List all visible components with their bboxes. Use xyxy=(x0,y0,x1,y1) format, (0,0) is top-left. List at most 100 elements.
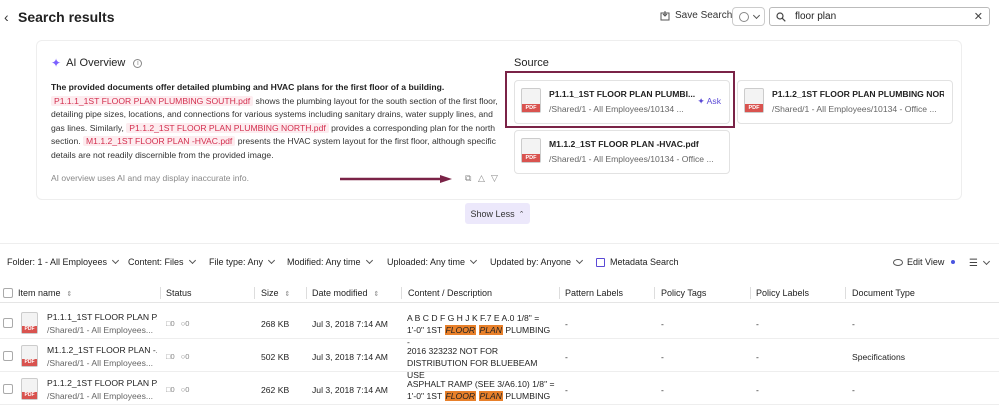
list-view-icon[interactable]: ☰ xyxy=(969,257,990,269)
edit-view-button[interactable]: Edit View xyxy=(893,257,956,267)
policy-tags: - xyxy=(661,319,664,329)
item-size: 262 KB xyxy=(261,385,290,395)
document-type: Specifications xyxy=(852,352,906,362)
feedback-icons: ⧉ △ ▽ xyxy=(465,173,500,183)
eye-icon xyxy=(893,258,903,266)
filter-bar: Folder: 1 - All Employees Content: Files… xyxy=(0,255,999,271)
updated-by-filter[interactable]: Updated by: Anyone xyxy=(490,256,584,267)
source-title: Source xyxy=(514,57,549,69)
source-name: P1.1.2_1ST FLOOR PLAN PLUMBING NORT... xyxy=(772,89,944,99)
sparkle-icon: ✦ xyxy=(51,56,62,70)
pdf-file-icon: PDF xyxy=(21,345,38,367)
source-path: /Shared/1 - All Employees/10134 - Office… xyxy=(772,104,937,114)
search-scope-dropdown[interactable] xyxy=(732,7,765,26)
item-name[interactable]: P1.1.1_1ST FLOOR PLAN P... xyxy=(47,312,157,322)
header: ‹ Search results Save Search ✕ xyxy=(0,0,999,34)
chevron-down-icon xyxy=(365,256,373,265)
item-name[interactable]: P1.1.2_1ST FLOOR PLAN P... xyxy=(47,378,157,388)
back-chevron-icon[interactable]: ‹ xyxy=(4,9,9,25)
doc-citation-tag[interactable]: M1.1.2_1ST FLOOR PLAN -HVAC.pdf xyxy=(83,136,236,147)
save-search-button[interactable]: Save Search xyxy=(660,10,732,21)
clear-search-icon[interactable]: ✕ xyxy=(974,10,983,23)
row-status: □0 ○0 xyxy=(166,319,189,328)
source-card[interactable]: PDF M1.1.2_1ST FLOOR PLAN -HVAC.pdf /Sha… xyxy=(514,130,730,174)
pdf-file-icon: PDF xyxy=(744,88,764,113)
search-input[interactable] xyxy=(795,11,965,22)
folder-filter[interactable]: Folder: 1 - All Employees xyxy=(7,256,120,267)
ai-summary-text: The provided documents offer detailed pl… xyxy=(51,81,499,163)
file-type-filter[interactable]: File type: Any xyxy=(209,256,276,267)
item-size: 268 KB xyxy=(261,319,290,329)
divider xyxy=(0,243,999,244)
col-pattern-labels[interactable]: Pattern Labels xyxy=(565,288,623,298)
table-row[interactable]: PDF M1.1.2_1ST FLOOR PLAN -... /Shared/1… xyxy=(0,340,999,380)
policy-labels: - xyxy=(756,319,759,329)
table-header: Item name ⇕ Status Size ⇕ Date modified ⇕ C… xyxy=(0,283,999,303)
sort-icon: ⇕ xyxy=(373,291,380,298)
scope-icon xyxy=(738,11,749,22)
calendar-icon xyxy=(596,257,605,267)
ai-disclaimer: AI overview uses AI and may display inac… xyxy=(51,173,249,183)
match-highlight: FLOOR xyxy=(444,325,477,335)
show-less-label: Show Less xyxy=(470,208,515,219)
row-checkbox[interactable] xyxy=(3,384,13,394)
pdf-file-icon: PDF xyxy=(21,312,38,334)
policy-labels: - xyxy=(756,352,759,362)
source-card[interactable]: PDF P1.1.2_1ST FLOOR PLAN PLUMBING NORT.… xyxy=(737,80,953,124)
item-date: Jul 3, 2018 7:14 AM xyxy=(312,319,388,329)
comment-icon: □0 xyxy=(166,352,175,361)
thumbs-down-icon[interactable]: ▽ xyxy=(491,173,500,183)
item-description: ASPHALT RAMP (SEE 3/A6.10) 1/8" = 1'-0" … xyxy=(407,379,555,407)
copy-icon[interactable]: ⧉ xyxy=(465,173,474,183)
match-highlight: PLAN xyxy=(478,325,503,335)
row-checkbox[interactable] xyxy=(3,318,13,328)
ai-summary-lead: The provided documents offer detailed pl… xyxy=(51,82,445,92)
task-icon: ○0 xyxy=(180,385,190,394)
table-row[interactable]: PDF P1.1.2_1ST FLOOR PLAN P... /Shared/1… xyxy=(0,373,999,407)
match-highlight: PLAN xyxy=(478,391,503,401)
document-type: - xyxy=(852,319,855,329)
doc-citation-tag[interactable]: P1.1.1_1ST FLOOR PLAN PLUMBING SOUTH.pdf xyxy=(51,95,254,106)
content-filter[interactable]: Content: Files xyxy=(128,256,196,267)
info-icon[interactable]: i xyxy=(133,58,143,68)
select-all-checkbox[interactable] xyxy=(3,288,13,298)
source-name: M1.1.2_1ST FLOOR PLAN -HVAC.pdf xyxy=(549,139,699,149)
policy-tags: - xyxy=(661,352,664,362)
page-title: Search results xyxy=(18,9,115,25)
modified-filter[interactable]: Modified: Any time xyxy=(287,256,373,267)
row-checkbox[interactable] xyxy=(3,351,13,361)
show-less-button[interactable]: Show Less ⌃ xyxy=(465,203,530,224)
chevron-down-icon xyxy=(112,256,120,265)
item-size: 502 KB xyxy=(261,352,290,362)
table-row[interactable]: PDF P1.1.1_1ST FLOOR PLAN P... /Shared/1… xyxy=(0,307,999,347)
col-size[interactable]: Size ⇕ xyxy=(261,288,290,298)
ai-overview-title: AI Overview xyxy=(66,57,126,69)
col-policy-tags[interactable]: Policy Tags xyxy=(661,288,706,298)
chevron-down-icon xyxy=(752,11,760,20)
col-status[interactable]: Status xyxy=(166,288,192,298)
col-item-name[interactable]: Item name ⇕ xyxy=(18,288,72,298)
chevron-down-icon xyxy=(576,256,584,265)
item-name[interactable]: M1.1.2_1ST FLOOR PLAN -... xyxy=(47,345,157,355)
comment-icon: □0 xyxy=(166,319,175,328)
chevron-down-icon xyxy=(188,256,196,265)
sort-icon: ⇕ xyxy=(284,291,291,298)
document-type: - xyxy=(852,385,855,395)
pattern-labels: - xyxy=(565,319,568,329)
row-status: □0 ○0 xyxy=(166,385,189,394)
col-content[interactable]: Content / Description xyxy=(408,288,492,298)
save-search-label: Save Search xyxy=(675,10,733,21)
policy-tags: - xyxy=(661,385,664,395)
item-path: /Shared/1 - All Employees... xyxy=(47,391,154,401)
pattern-labels: - xyxy=(565,352,568,362)
col-document-type[interactable]: Document Type xyxy=(852,288,915,298)
match-highlight: FLOOR xyxy=(444,391,477,401)
uploaded-filter[interactable]: Uploaded: Any time xyxy=(387,256,478,267)
metadata-search-button[interactable]: Metadata Search xyxy=(596,257,679,267)
col-policy-labels[interactable]: Policy Labels xyxy=(756,288,809,298)
doc-citation-tag[interactable]: P1.1.2_1ST FLOOR PLAN PLUMBING NORTH.pdf xyxy=(126,122,329,133)
thumbs-up-icon[interactable]: △ xyxy=(478,173,487,183)
col-date-modified[interactable]: Date modified ⇕ xyxy=(312,288,379,298)
ai-overview-header: ✦ AI Overview i xyxy=(51,56,143,70)
status-dot xyxy=(951,260,956,264)
